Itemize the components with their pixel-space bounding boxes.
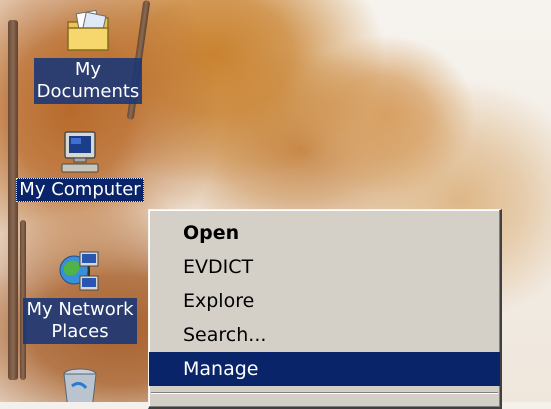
context-menu: Open EVDICT Explore Search... Manage: [148, 209, 502, 409]
computer-icon: [61, 131, 99, 173]
icon-label: My Documents: [33, 58, 143, 104]
network-icon: [59, 251, 99, 291]
menu-item-search[interactable]: Search...: [149, 318, 500, 352]
icon-label-line: Documents: [36, 81, 140, 102]
icon-label-line: My: [74, 59, 102, 80]
menu-item-manage[interactable]: Manage: [149, 352, 500, 386]
recycle-bin-icon: [63, 368, 97, 402]
icon-label: My Computer: [16, 178, 144, 202]
desktop-icon-my-computer[interactable]: My Computer: [10, 128, 150, 202]
folder-icon: [67, 9, 109, 51]
icon-label: My Network Places: [23, 298, 137, 344]
desktop-icon-my-documents[interactable]: My Documents: [28, 8, 148, 104]
menu-item-open[interactable]: Open: [149, 216, 500, 250]
desktop-icon-recycle-bin[interactable]: [56, 366, 104, 402]
icon-label-line: My Network: [26, 299, 134, 320]
desktop-icon-my-network-places[interactable]: My Network Places: [16, 248, 144, 344]
menu-separator: [151, 392, 498, 394]
icon-label-line: Places: [51, 321, 109, 342]
menu-item-evdict[interactable]: EVDICT: [149, 250, 500, 284]
menu-item-explore[interactable]: Explore: [149, 284, 500, 318]
